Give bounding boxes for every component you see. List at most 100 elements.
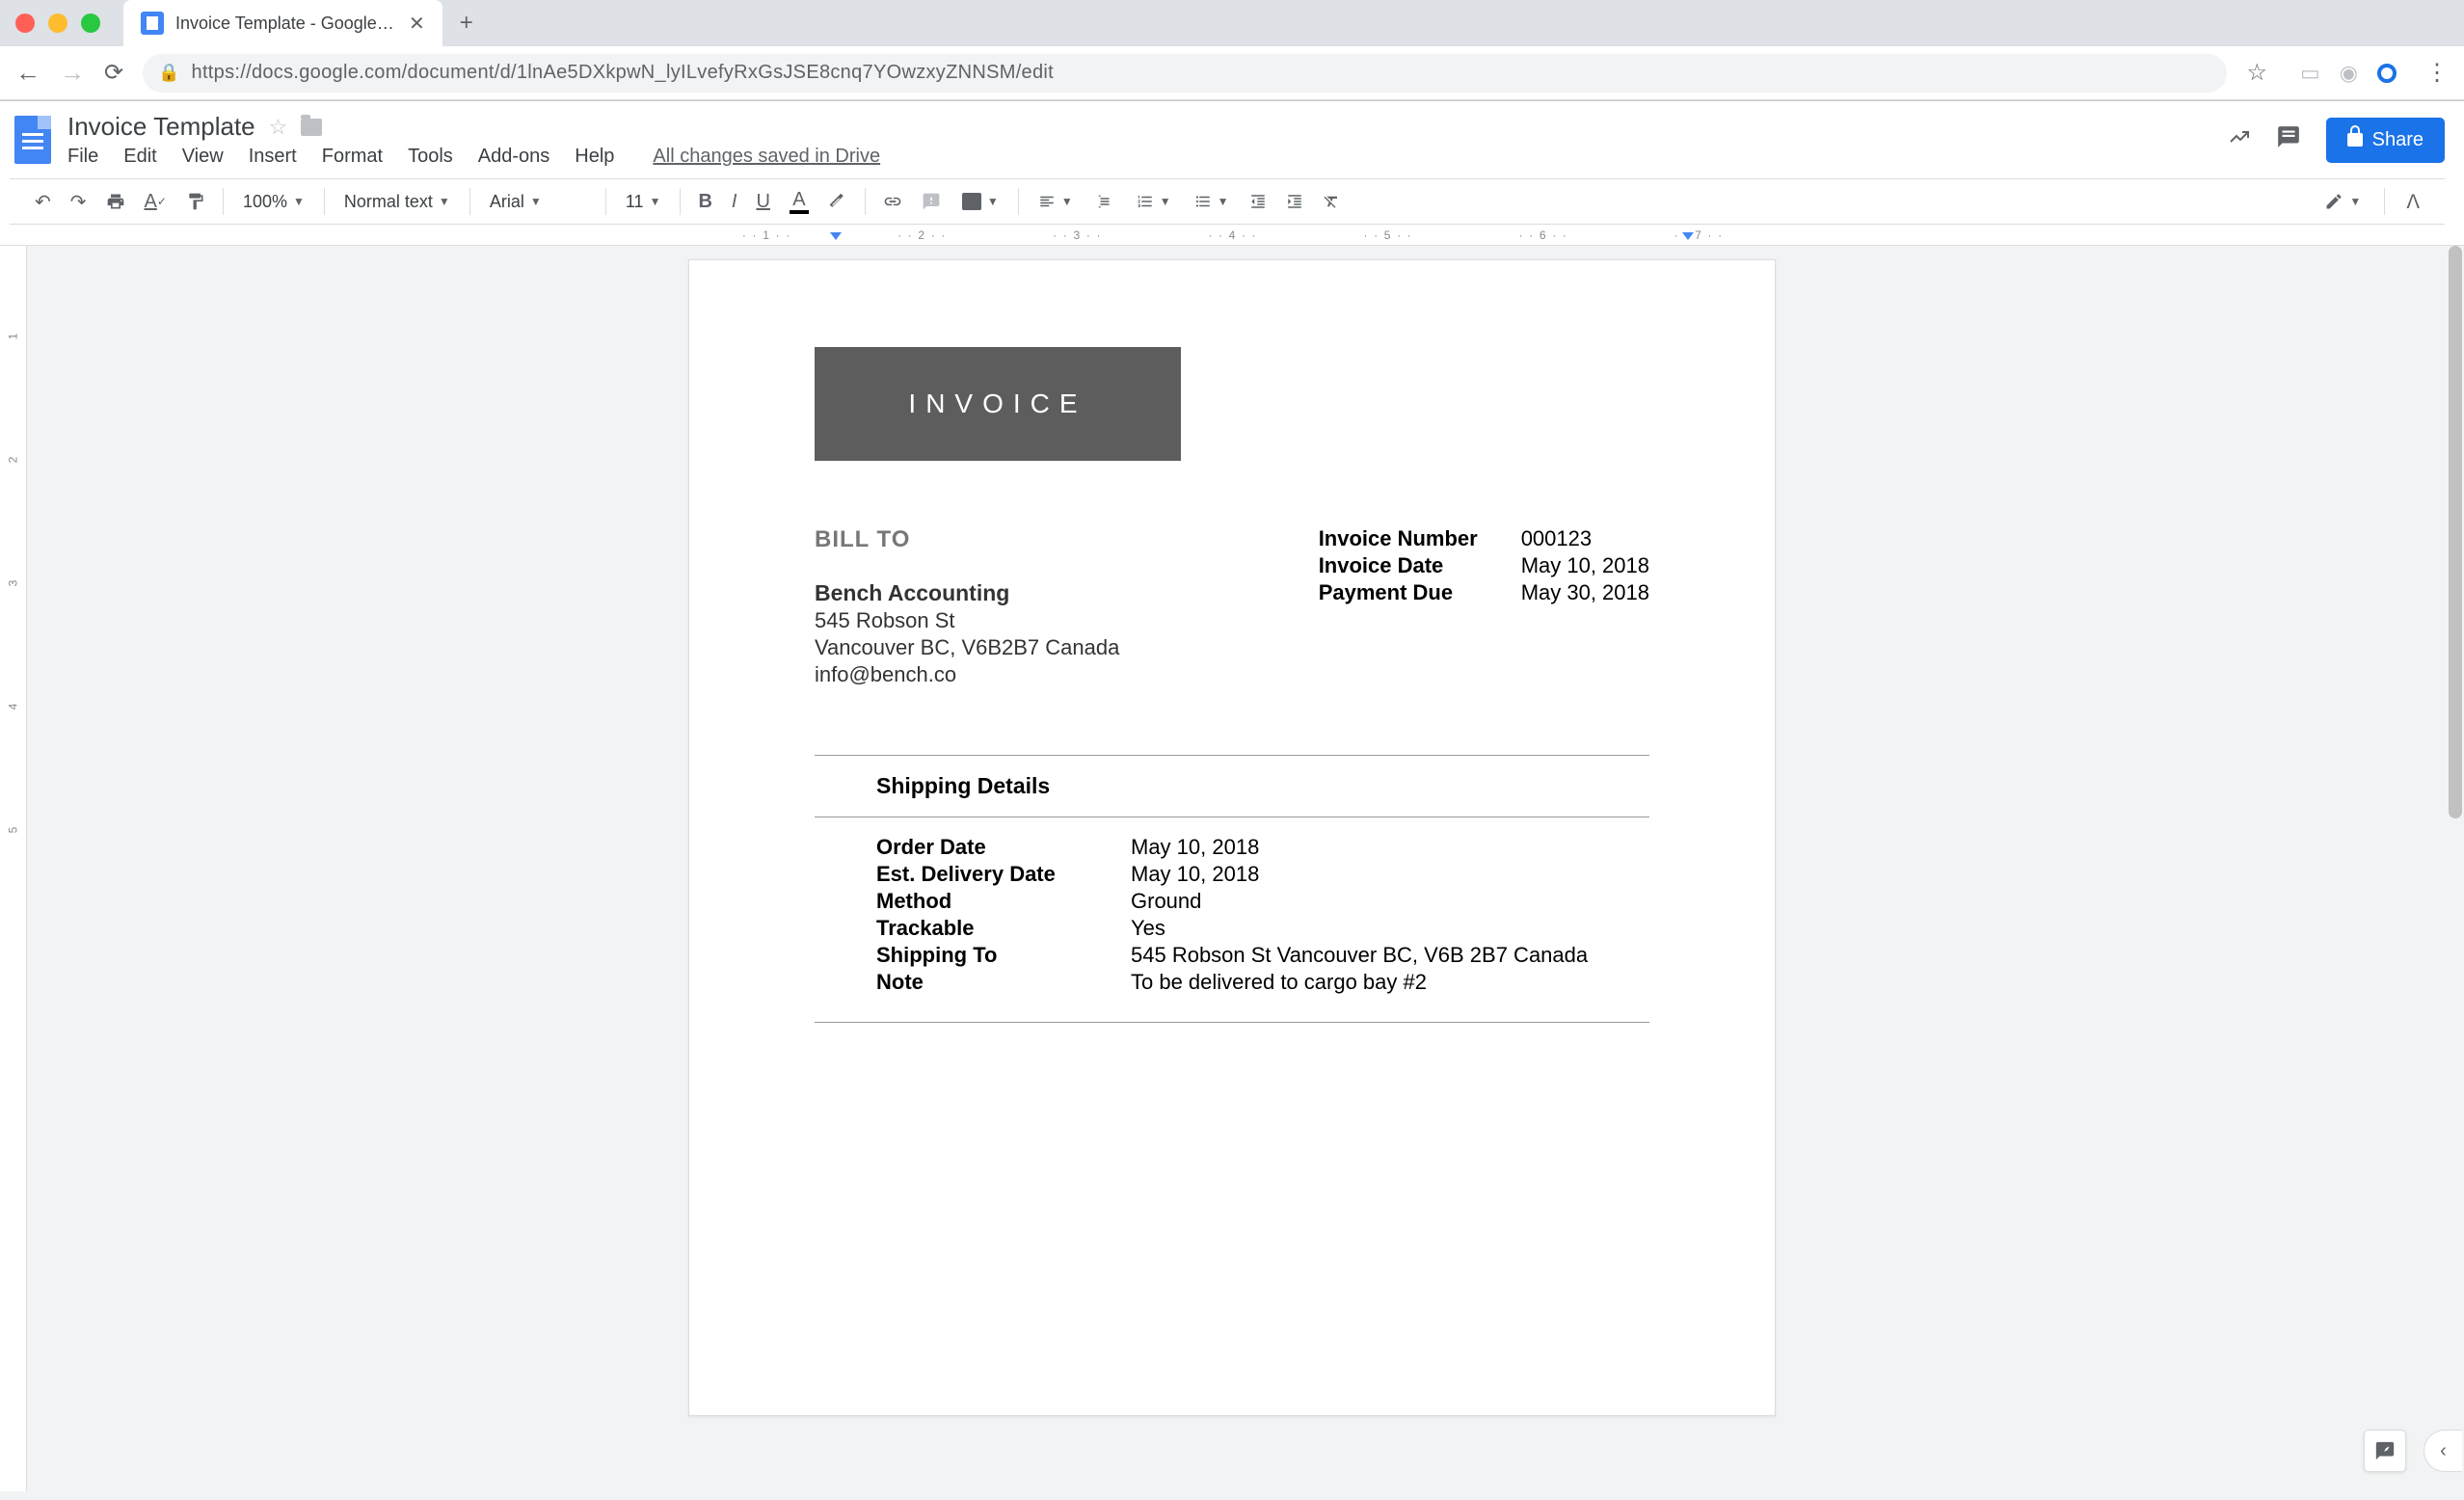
profile-indicator-icon[interactable] [2377,64,2397,83]
highlight-button[interactable] [820,186,855,217]
decrease-indent-button[interactable] [1242,187,1274,216]
delivery-date-value: May 10, 2018 [1131,862,1259,887]
insert-link-button[interactable] [875,186,910,217]
menu-view[interactable]: View [182,146,224,168]
shipping-to-label: Shipping To [876,943,1131,968]
print-button[interactable] [98,186,133,217]
numbered-list-dropdown[interactable]: ▼ [1127,187,1181,216]
forward-button[interactable]: → [60,58,85,88]
spellcheck-button[interactable]: A✓ [137,185,174,219]
caret-down-icon: ▼ [1061,195,1073,208]
caret-down-icon: ▼ [650,195,661,208]
chat-extension-icon[interactable]: ▭ [2300,61,2320,86]
star-document-icon[interactable]: ☆ [269,115,288,140]
tab-bar: Invoice Template - Google Doc ✕ + [0,0,2464,46]
invoice-date-value: May 10, 2018 [1521,553,1649,578]
bold-button[interactable]: B [690,185,719,219]
document-canvas: 1 2 3 4 5 INVOICE BILL TO Bench Accounti… [0,246,2464,1491]
caret-down-icon: ▼ [987,195,999,208]
menu-tools[interactable]: Tools [408,146,453,168]
activity-chart-icon[interactable] [2228,125,2251,155]
bulleted-list-dropdown[interactable]: ▼ [1185,187,1239,216]
editing-mode-dropdown[interactable]: ▼ [2315,186,2370,217]
line-spacing-dropdown[interactable] [1086,187,1123,216]
document-page[interactable]: INVOICE BILL TO Bench Accounting 545 Rob… [688,259,1776,1416]
redo-button[interactable]: ↷ [63,184,94,220]
paint-format-button[interactable] [178,186,213,217]
clear-formatting-button[interactable] [1315,187,1348,216]
document-title[interactable]: Invoice Template [67,112,255,142]
text-color-button[interactable]: A [782,184,817,220]
order-date-label: Order Date [876,835,1131,860]
invoice-number-label: Invoice Number [1319,526,1492,551]
comments-icon[interactable] [2276,124,2301,156]
share-label: Share [2372,129,2424,151]
trackable-value: Yes [1131,916,1165,941]
share-button[interactable]: Share [2326,118,2445,163]
payment-due-value: May 30, 2018 [1521,580,1649,605]
bookmark-star-icon[interactable]: ☆ [2246,59,2267,87]
vertical-ruler[interactable]: 1 2 3 4 5 [0,246,27,1491]
note-value: To be delivered to cargo bay #2 [1131,970,1427,995]
font-dropdown[interactable]: Arial ▼ [480,186,596,218]
insert-image-button[interactable]: ▼ [952,187,1008,216]
window-close-button[interactable] [15,13,35,33]
save-status[interactable]: All changes saved in Drive [653,146,880,168]
docs-logo[interactable] [10,111,56,169]
toolbar: ↶ ↷ A✓ 100% ▼ Normal text ▼ Arial ▼ 11 ▼ [10,178,2445,225]
insert-comment-button[interactable] [914,186,949,217]
caret-down-icon: ▼ [2349,195,2361,208]
method-value: Ground [1131,889,1201,914]
docs-header: Invoice Template ☆ File Edit View Insert… [0,101,2464,225]
nav-extensions: ▭ ◉ ⋮ [2300,59,2449,87]
right-margin-marker[interactable] [1682,232,1694,240]
reload-button[interactable]: ⟳ [104,59,123,87]
zoom-dropdown[interactable]: 100% ▼ [233,186,314,218]
collapse-toolbar-button[interactable]: ᐱ [2398,184,2427,220]
menu-addons[interactable]: Add-ons [478,146,550,168]
font-size-dropdown[interactable]: 11 ▼ [616,186,671,218]
window-maximize-button[interactable] [81,13,100,33]
horizontal-ruler[interactable]: · · 1 · · · · 2 · · · · 3 · · · · 4 · · … [0,225,2464,246]
divider [815,1022,1649,1023]
menu-format[interactable]: Format [322,146,383,168]
menu-bar: File Edit View Insert Format Tools Add-o… [67,146,2216,168]
address-bar[interactable]: 🔒 https://docs.google.com/document/d/1ln… [143,54,2227,93]
back-button[interactable]: ← [15,58,40,88]
shipping-title: Shipping Details [815,756,1649,817]
invoice-number-value: 000123 [1521,526,1592,551]
window-minimize-button[interactable] [48,13,67,33]
tab-title: Invoice Template - Google Doc [175,13,397,34]
invoice-date-label: Invoice Date [1319,553,1492,578]
undo-button[interactable]: ↶ [27,184,59,220]
italic-button[interactable]: I [724,185,745,219]
side-panel-toggle[interactable]: ‹ [2424,1430,2462,1472]
browser-menu-button[interactable]: ⋮ [2425,59,2449,87]
menu-insert[interactable]: Insert [249,146,297,168]
payment-due-label: Payment Due [1319,580,1492,605]
vertical-scrollbar[interactable] [2449,246,2462,1491]
lock-icon: 🔒 [158,63,179,83]
browser-tab[interactable]: Invoice Template - Google Doc ✕ [123,0,442,46]
menu-file[interactable]: File [67,146,98,168]
close-tab-icon[interactable]: ✕ [409,12,425,36]
align-dropdown[interactable]: ▼ [1029,187,1083,216]
increase-indent-button[interactable] [1278,187,1311,216]
underline-button[interactable]: U [748,185,777,219]
camera-extension-icon[interactable]: ◉ [2340,61,2358,86]
new-tab-button[interactable]: + [460,10,473,37]
caret-down-icon: ▼ [293,195,305,208]
bill-city: Vancouver BC, V6B2B7 Canada [815,635,1119,660]
shipping-to-value: 545 Robson St Vancouver BC, V6B 2B7 Cana… [1131,943,1588,968]
caret-down-icon: ▼ [1218,195,1229,208]
bill-email: info@bench.co [815,662,1119,687]
menu-edit[interactable]: Edit [123,146,156,168]
caret-down-icon: ▼ [439,195,450,208]
explore-button[interactable] [2364,1430,2406,1472]
style-dropdown[interactable]: Normal text ▼ [335,186,460,218]
scrollbar-thumb[interactable] [2449,246,2462,818]
menu-help[interactable]: Help [575,146,614,168]
caret-down-icon: ▼ [1160,195,1171,208]
move-folder-icon[interactable] [301,119,322,136]
delivery-date-label: Est. Delivery Date [876,862,1131,887]
